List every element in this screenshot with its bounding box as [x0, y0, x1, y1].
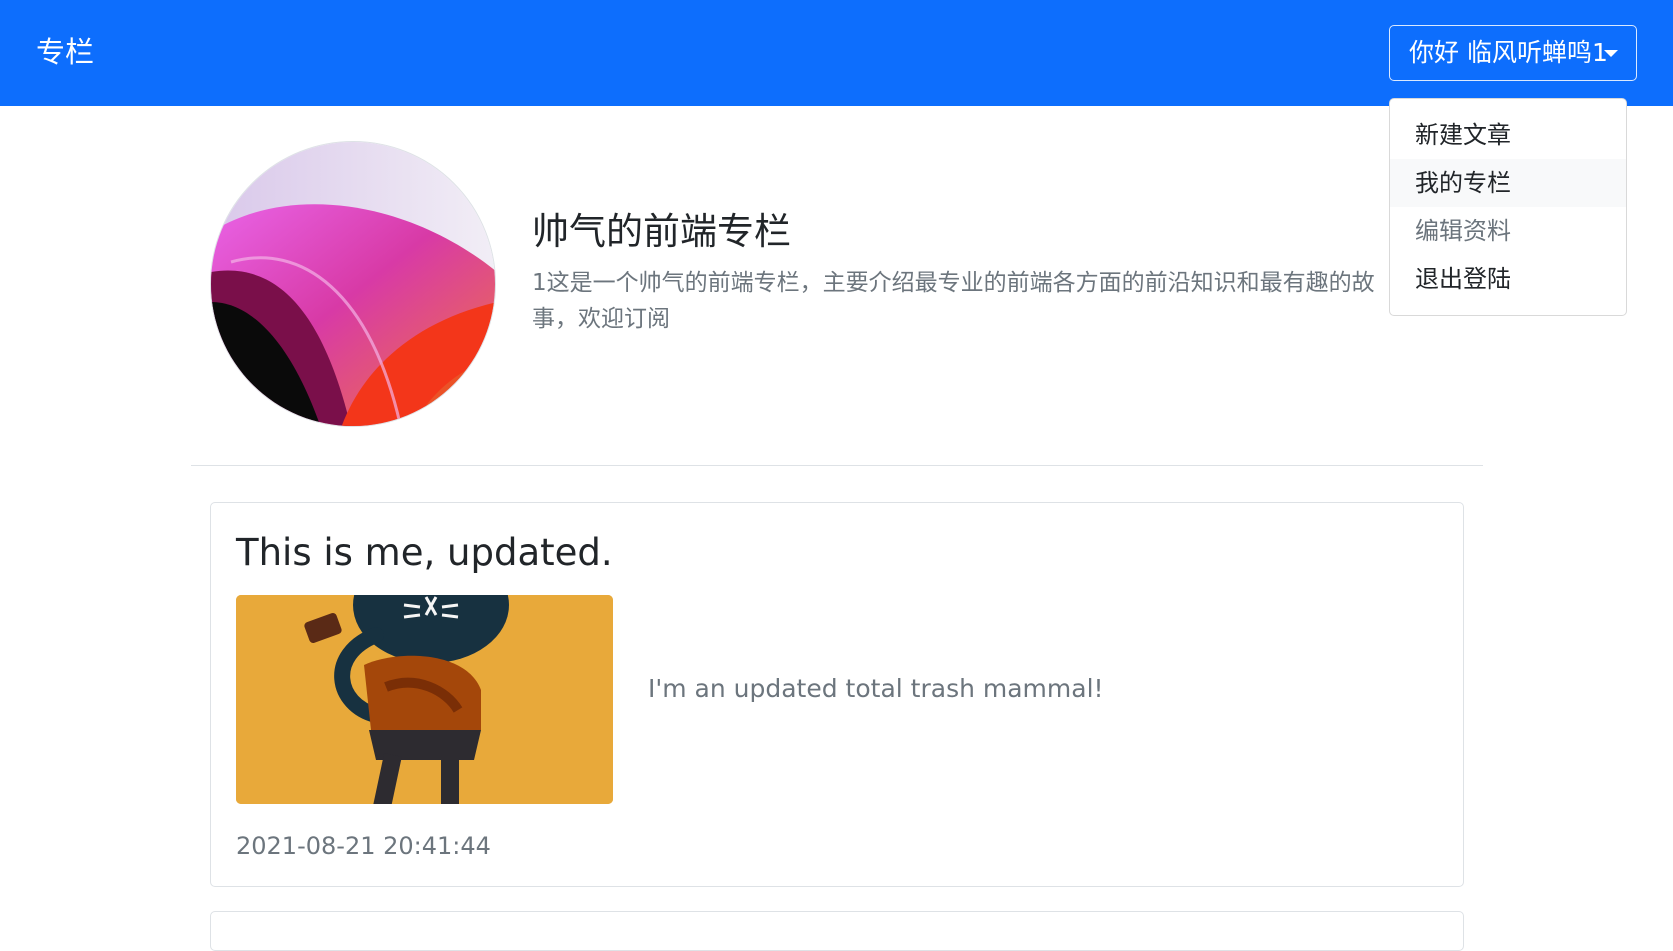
- column-description: 1这是一个帅气的前端专栏，主要介绍最专业的前端各方面的前沿知识和最有趣的故事，欢…: [532, 270, 1375, 332]
- dropdown-item-my-column[interactable]: 我的专栏: [1390, 159, 1626, 207]
- user-menu-toggle[interactable]: 你好 临风听蝉鸣1: [1389, 25, 1637, 81]
- column-avatar: [210, 141, 496, 427]
- column-title: 帅气的前端专栏: [532, 210, 791, 253]
- post-date: 2021-08-21 20:41:44: [236, 832, 491, 860]
- user-greeting: 你好 临风听蝉鸣1: [1409, 38, 1608, 67]
- user-dropdown-menu: 新建文章 我的专栏 编辑资料 退出登陆: [1389, 98, 1627, 316]
- dropdown-item-new-article[interactable]: 新建文章: [1390, 111, 1626, 159]
- section-divider: [191, 465, 1483, 466]
- dropdown-item-logout[interactable]: 退出登陆: [1390, 255, 1626, 303]
- next-post-card[interactable]: [210, 911, 1464, 951]
- brand-link[interactable]: 专栏: [36, 32, 94, 72]
- post-title[interactable]: This is me, updated.: [236, 527, 613, 579]
- top-navbar: 专栏 你好 临风听蝉鸣1: [0, 0, 1673, 106]
- post-card[interactable]: This is me, updated. I'm an updated tota…: [210, 502, 1464, 887]
- post-excerpt: I'm an updated total trash mammal!: [648, 674, 1104, 703]
- caret-down-icon: [1604, 50, 1618, 57]
- post-thumbnail: [236, 595, 613, 804]
- dropdown-item-edit-profile[interactable]: 编辑资料: [1390, 207, 1626, 255]
